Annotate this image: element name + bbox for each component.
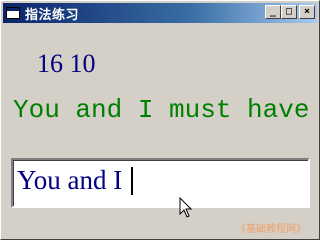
window-controls: _ □ ×: [265, 5, 315, 19]
typing-input-value: You and I: [17, 165, 134, 196]
close-button[interactable]: ×: [299, 5, 315, 19]
main-window: 指法练习 _ □ × 16 10 You and I must have You…: [0, 0, 320, 240]
watermark: 《基础教程网》: [236, 224, 306, 235]
minimize-button[interactable]: _: [265, 5, 281, 19]
typed-text: You and I: [17, 165, 130, 195]
text-caret: [131, 167, 134, 195]
window-title: 指法练习: [25, 7, 80, 23]
mouse-pointer-icon: [179, 197, 193, 218]
target-sentence: You and I must have: [13, 95, 310, 125]
maximize-button[interactable]: □: [281, 5, 297, 19]
typing-input[interactable]: You and I: [11, 158, 310, 208]
score-counters: 16 10: [37, 49, 96, 78]
app-icon[interactable]: [6, 7, 20, 19]
title-bar[interactable]: 指法练习 _ □ ×: [3, 3, 317, 23]
